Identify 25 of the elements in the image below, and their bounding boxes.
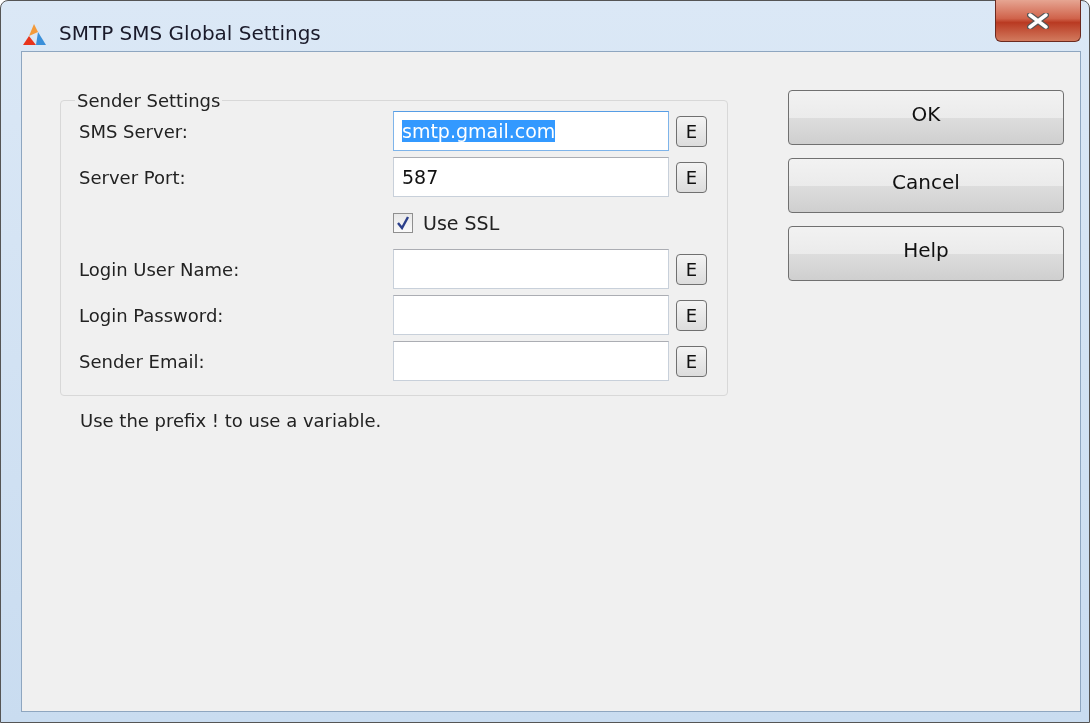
checkbox[interactable] [393, 213, 413, 233]
dialog-button[interactable]: OK [788, 90, 1064, 145]
edit-button[interactable]: E [676, 299, 707, 331]
app-logo-icon [21, 22, 47, 46]
close-icon [1027, 12, 1049, 29]
field-label: Sender Email: [79, 350, 206, 372]
input-field[interactable] [393, 341, 669, 381]
field-label: SMS Server: [79, 120, 189, 142]
field-label: Server Port: [79, 166, 187, 188]
edit-button[interactable]: E [676, 115, 707, 147]
field-label: Login Password: [79, 304, 225, 326]
dialog-button[interactable]: Cancel [788, 158, 1064, 213]
close-button[interactable] [995, 0, 1081, 42]
checkbox-label: Use SSL [423, 212, 500, 234]
edit-button[interactable]: E [676, 345, 707, 377]
edit-button[interactable]: E [676, 253, 707, 285]
input-field[interactable]: 587 [393, 157, 669, 197]
window-title: SMTP SMS Global Settings [59, 21, 321, 45]
field-label: Login User Name: [79, 258, 241, 280]
input-field[interactable] [393, 295, 669, 335]
input-field[interactable] [393, 249, 669, 289]
edit-button[interactable]: E [676, 161, 707, 193]
dialog-button[interactable]: Help [788, 226, 1064, 281]
hint-text: Use the prefix ! to use a variable. [80, 410, 383, 431]
group-title: Sender Settings [76, 90, 222, 111]
